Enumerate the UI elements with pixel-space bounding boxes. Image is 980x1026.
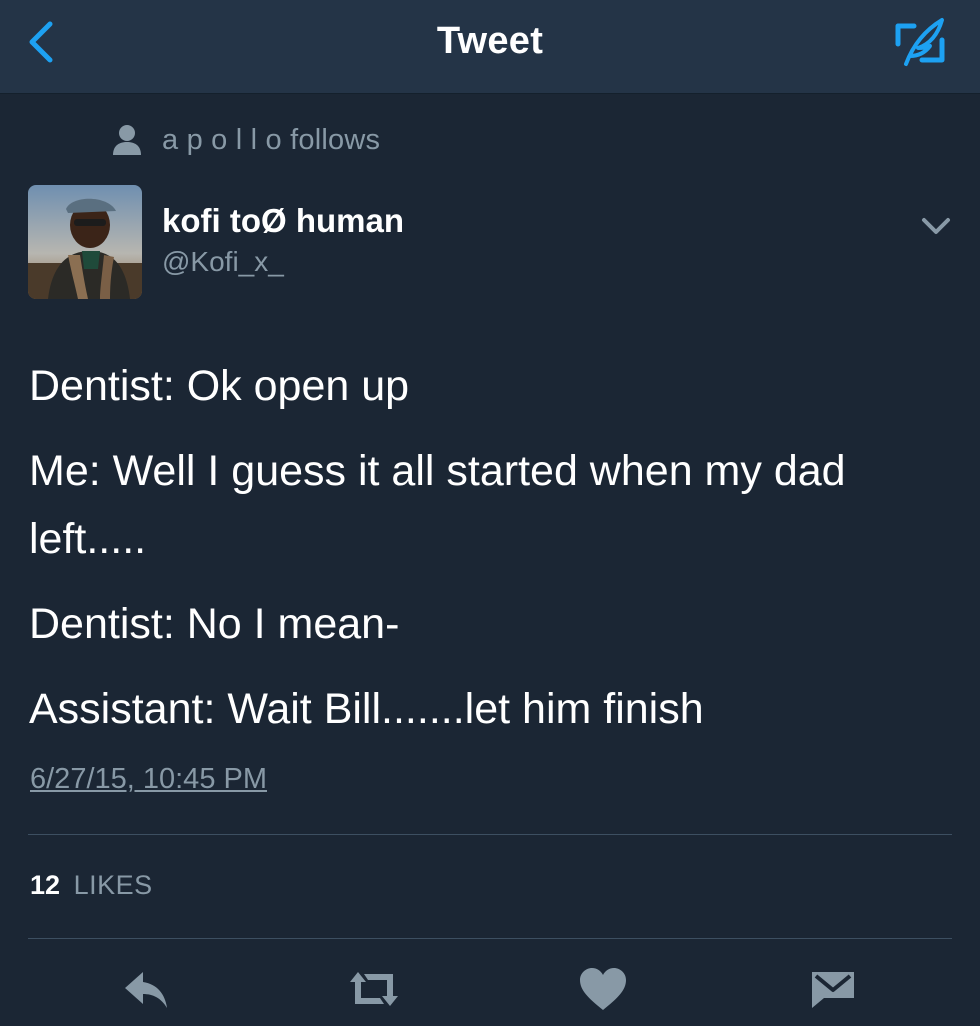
- reply-icon[interactable]: [121, 966, 171, 1012]
- tweet-text: Dentist: Ok open up Me: Well I guess it …: [29, 352, 929, 760]
- divider: [28, 834, 952, 835]
- avatar[interactable]: [28, 185, 142, 299]
- chevron-down-icon[interactable]: [918, 208, 954, 244]
- likes-stat[interactable]: 12 LIKES: [30, 870, 153, 901]
- likes-count: 12: [30, 870, 61, 900]
- tweet-line: Assistant: Wait Bill.......let him finis…: [29, 685, 704, 733]
- page-title: Tweet: [436, 20, 544, 62]
- likes-label: LIKES: [73, 870, 153, 900]
- author-handle[interactable]: @Kofi_x_: [162, 246, 284, 278]
- social-context-text: a p o l l o follows: [162, 123, 381, 156]
- tweet-line: Me: Well I guess it all started when my …: [29, 447, 846, 563]
- heart-icon[interactable]: [578, 966, 628, 1012]
- social-context: a p o l l o follows: [112, 120, 380, 160]
- person-icon: [113, 125, 141, 155]
- divider: [28, 938, 952, 939]
- tweet-timestamp[interactable]: 6/27/15, 10:45 PM: [30, 763, 267, 796]
- tweet-line: Dentist: No I mean-: [29, 600, 400, 648]
- avatar-photo: [28, 185, 142, 299]
- retweet-icon[interactable]: [346, 966, 402, 1012]
- compose-tweet-icon[interactable]: [892, 14, 948, 70]
- tweet-line: Dentist: Ok open up: [29, 362, 410, 410]
- author-name[interactable]: kofi toØ human: [162, 202, 404, 240]
- nav-bar: Tweet: [0, 0, 980, 94]
- envelope-icon[interactable]: [810, 966, 856, 1012]
